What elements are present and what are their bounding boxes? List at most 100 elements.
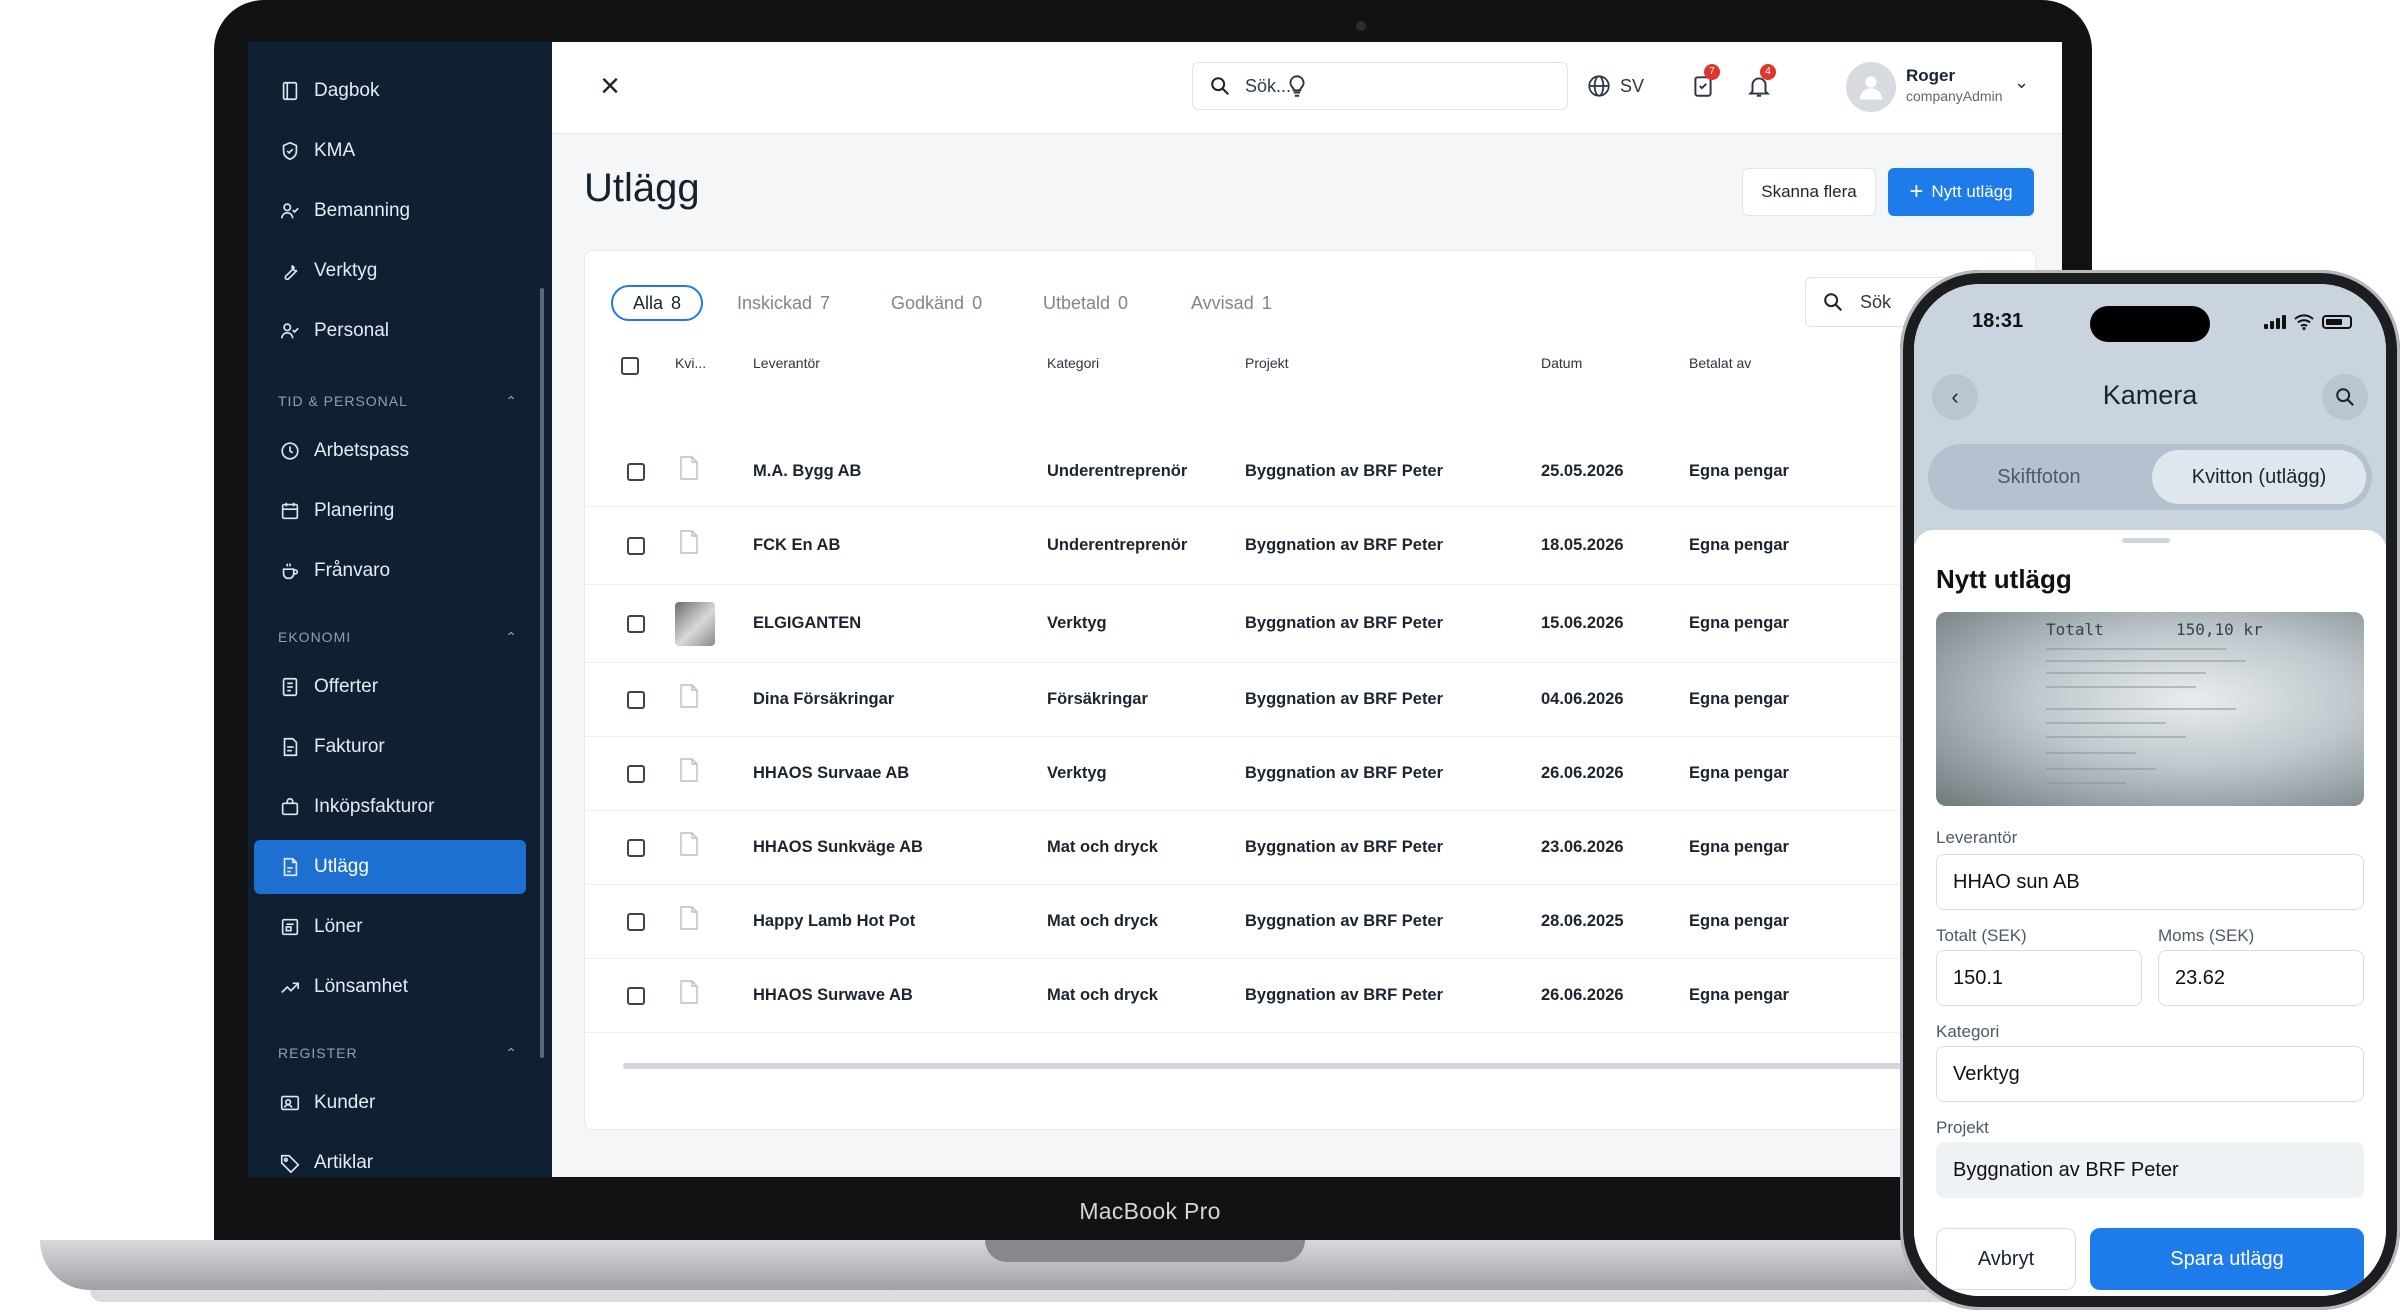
sidebar-item-inkopsfakturor[interactable]: Inköpsfakturor: [254, 780, 526, 834]
bag-icon: [278, 795, 302, 819]
vat-input[interactable]: 23.62: [2158, 950, 2364, 1006]
sidebar-item-artiklar[interactable]: Artiklar: [254, 1136, 526, 1177]
document-icon[interactable]: [679, 906, 699, 930]
cell-datum: 28.06.2025: [1541, 912, 1624, 930]
notifications-button[interactable]: 4: [1742, 64, 1776, 106]
tab-label: Utbetald: [1043, 292, 1111, 313]
segment-shift-photos[interactable]: Skiftfoton: [1928, 444, 2150, 510]
save-expense-button[interactable]: Spara utlägg: [2090, 1228, 2364, 1290]
avatar[interactable]: [1846, 62, 1896, 112]
tab-utbetald[interactable]: Utbetald 0: [1043, 285, 1128, 321]
document-icon[interactable]: [679, 980, 699, 1004]
sidebar-item-arbetspass[interactable]: Arbetspass: [254, 424, 526, 478]
table-horizontal-scrollbar[interactable]: [623, 1063, 2003, 1069]
document-icon[interactable]: [679, 832, 699, 856]
category-input[interactable]: Verktyg: [1936, 1046, 2364, 1102]
sidebar-item-loner[interactable]: Löner: [254, 900, 526, 954]
column-header[interactable]: Datum: [1541, 355, 1582, 371]
project-input[interactable]: Byggnation av BRF Peter: [1936, 1142, 2364, 1198]
row-checkbox[interactable]: [627, 615, 645, 633]
shield-icon: [278, 139, 302, 163]
sidebar-item-kma[interactable]: KMA: [254, 124, 526, 178]
user-role: companyAdmin: [1906, 88, 2003, 104]
column-header[interactable]: Kvi...: [675, 355, 706, 371]
trend-icon: [278, 975, 302, 999]
cancel-button[interactable]: Avbryt: [1936, 1228, 2076, 1290]
phone-search-button[interactable]: [2322, 374, 2368, 420]
cell-kategori: Underentreprenör: [1047, 536, 1188, 554]
sidebar-section-ekonomi[interactable]: EKONOMI ⌃: [278, 622, 518, 652]
close-icon[interactable]: ×: [594, 69, 626, 103]
sidebar-item-fakturor[interactable]: Fakturor: [254, 720, 526, 774]
row-checkbox[interactable]: [627, 839, 645, 857]
select-all-checkbox[interactable]: [621, 357, 639, 375]
row-checkbox[interactable]: [627, 765, 645, 783]
row-checkbox[interactable]: [627, 463, 645, 481]
tab-inskickad[interactable]: Inskickad 7: [737, 285, 830, 321]
sidebar-item-label: Frånvaro: [314, 560, 391, 581]
supplier-label: Leverantör: [1936, 828, 2018, 847]
column-header[interactable]: Kategori: [1047, 355, 1099, 371]
cell-betalat_av: Egna pengar: [1689, 614, 1789, 632]
sheet-handle[interactable]: [2122, 538, 2170, 543]
sidebar-item-bemanning[interactable]: Bemanning: [254, 184, 526, 238]
cell-projekt: Byggnation av BRF Peter: [1245, 690, 1444, 708]
row-checkbox[interactable]: [627, 913, 645, 931]
tab-godkand[interactable]: Godkänd 0: [891, 285, 982, 321]
tab-avvisad[interactable]: Avvisad 1: [1191, 285, 1272, 321]
document-icon[interactable]: [679, 684, 699, 708]
status-time: 18:31: [1972, 310, 2024, 332]
sidebar-item-dagbok[interactable]: Dagbok: [254, 64, 526, 118]
scan-multiple-button[interactable]: Skanna flera: [1742, 168, 1876, 216]
diary-icon: [278, 79, 302, 103]
cell-projekt: Byggnation av BRF Peter: [1245, 536, 1444, 554]
sidebar-section-label: EKONOMI: [278, 629, 352, 645]
sidebar-item-verktyg[interactable]: Verktyg: [254, 244, 526, 298]
row-checkbox[interactable]: [627, 691, 645, 709]
sidebar-item-label: Utlägg: [314, 856, 369, 877]
supplier-input[interactable]: HHAO sun AB: [1936, 854, 2364, 910]
receipt-photo: Totalt 150,10 kr: [1936, 612, 2364, 806]
sidebar-item-label: Dagbok: [314, 80, 380, 101]
sidebar-item-utlagg[interactable]: Utlägg: [254, 840, 526, 894]
row-checkbox[interactable]: [627, 987, 645, 1005]
new-expense-button[interactable]: + Nytt utlägg: [1888, 168, 2034, 216]
battery-icon: [2322, 315, 2352, 329]
total-label: Totalt (SEK): [1936, 926, 2027, 945]
sidebar-item-offerter[interactable]: Offerter: [254, 660, 526, 714]
sidebar-item-kunder[interactable]: Kunder: [254, 1076, 526, 1130]
language-selector[interactable]: SV: [1586, 66, 1644, 106]
language-code: SV: [1620, 75, 1645, 96]
sidebar-item-personal[interactable]: Personal: [254, 304, 526, 358]
camera-header: 18:31 ‹ Kamera Skiftfoton Kvitton (utläg…: [1914, 284, 2386, 544]
sidebar-section-tid[interactable]: TID & PERSONAL ⌃: [278, 386, 518, 416]
tab-alla[interactable]: Alla 8: [611, 285, 704, 321]
sidebar: Dagbok KMA Bemanning Verktyg Personal TI…: [248, 42, 552, 1177]
user-name[interactable]: Roger: [1906, 66, 1955, 86]
column-header[interactable]: Projekt: [1245, 355, 1289, 371]
column-header[interactable]: Betalat av: [1689, 355, 1751, 371]
sidebar-item-partial: [254, 42, 526, 64]
sidebar-item-planering[interactable]: Planering: [254, 484, 526, 538]
total-input[interactable]: 150.1: [1936, 950, 2142, 1006]
global-search-input[interactable]: Sök...: [1192, 62, 1568, 110]
sidebar-scrollbar[interactable]: [540, 288, 544, 1058]
sidebar-item-franvaro[interactable]: Frånvaro: [254, 544, 526, 598]
receipt-thumbnail[interactable]: [675, 602, 715, 646]
chevron-down-icon[interactable]: ⌄: [2014, 72, 2029, 93]
lightbulb-icon[interactable]: [1280, 66, 1314, 106]
tasks-button[interactable]: 7: [1686, 64, 1720, 106]
sidebar-item-lonsamhet[interactable]: Lönsamhet: [254, 960, 526, 1014]
segment-receipts[interactable]: Kvitton (utlägg): [2152, 450, 2366, 504]
column-header[interactable]: Leverantör: [753, 355, 820, 371]
row-checkbox[interactable]: [627, 537, 645, 555]
invoice-icon: [278, 735, 302, 759]
document-icon[interactable]: [679, 456, 699, 480]
document-icon[interactable]: [679, 530, 699, 554]
receipt-line: [2046, 768, 2156, 770]
sidebar-section-register[interactable]: REGISTER ⌃: [278, 1038, 518, 1068]
receipt-line: [2046, 648, 2226, 650]
device-mockup-stage: MacBook Pro Dagbok KMA Bemanning Verktyg…: [0, 0, 2400, 1312]
document-icon[interactable]: [679, 758, 699, 782]
laptop-screen: Dagbok KMA Bemanning Verktyg Personal TI…: [248, 42, 2062, 1177]
